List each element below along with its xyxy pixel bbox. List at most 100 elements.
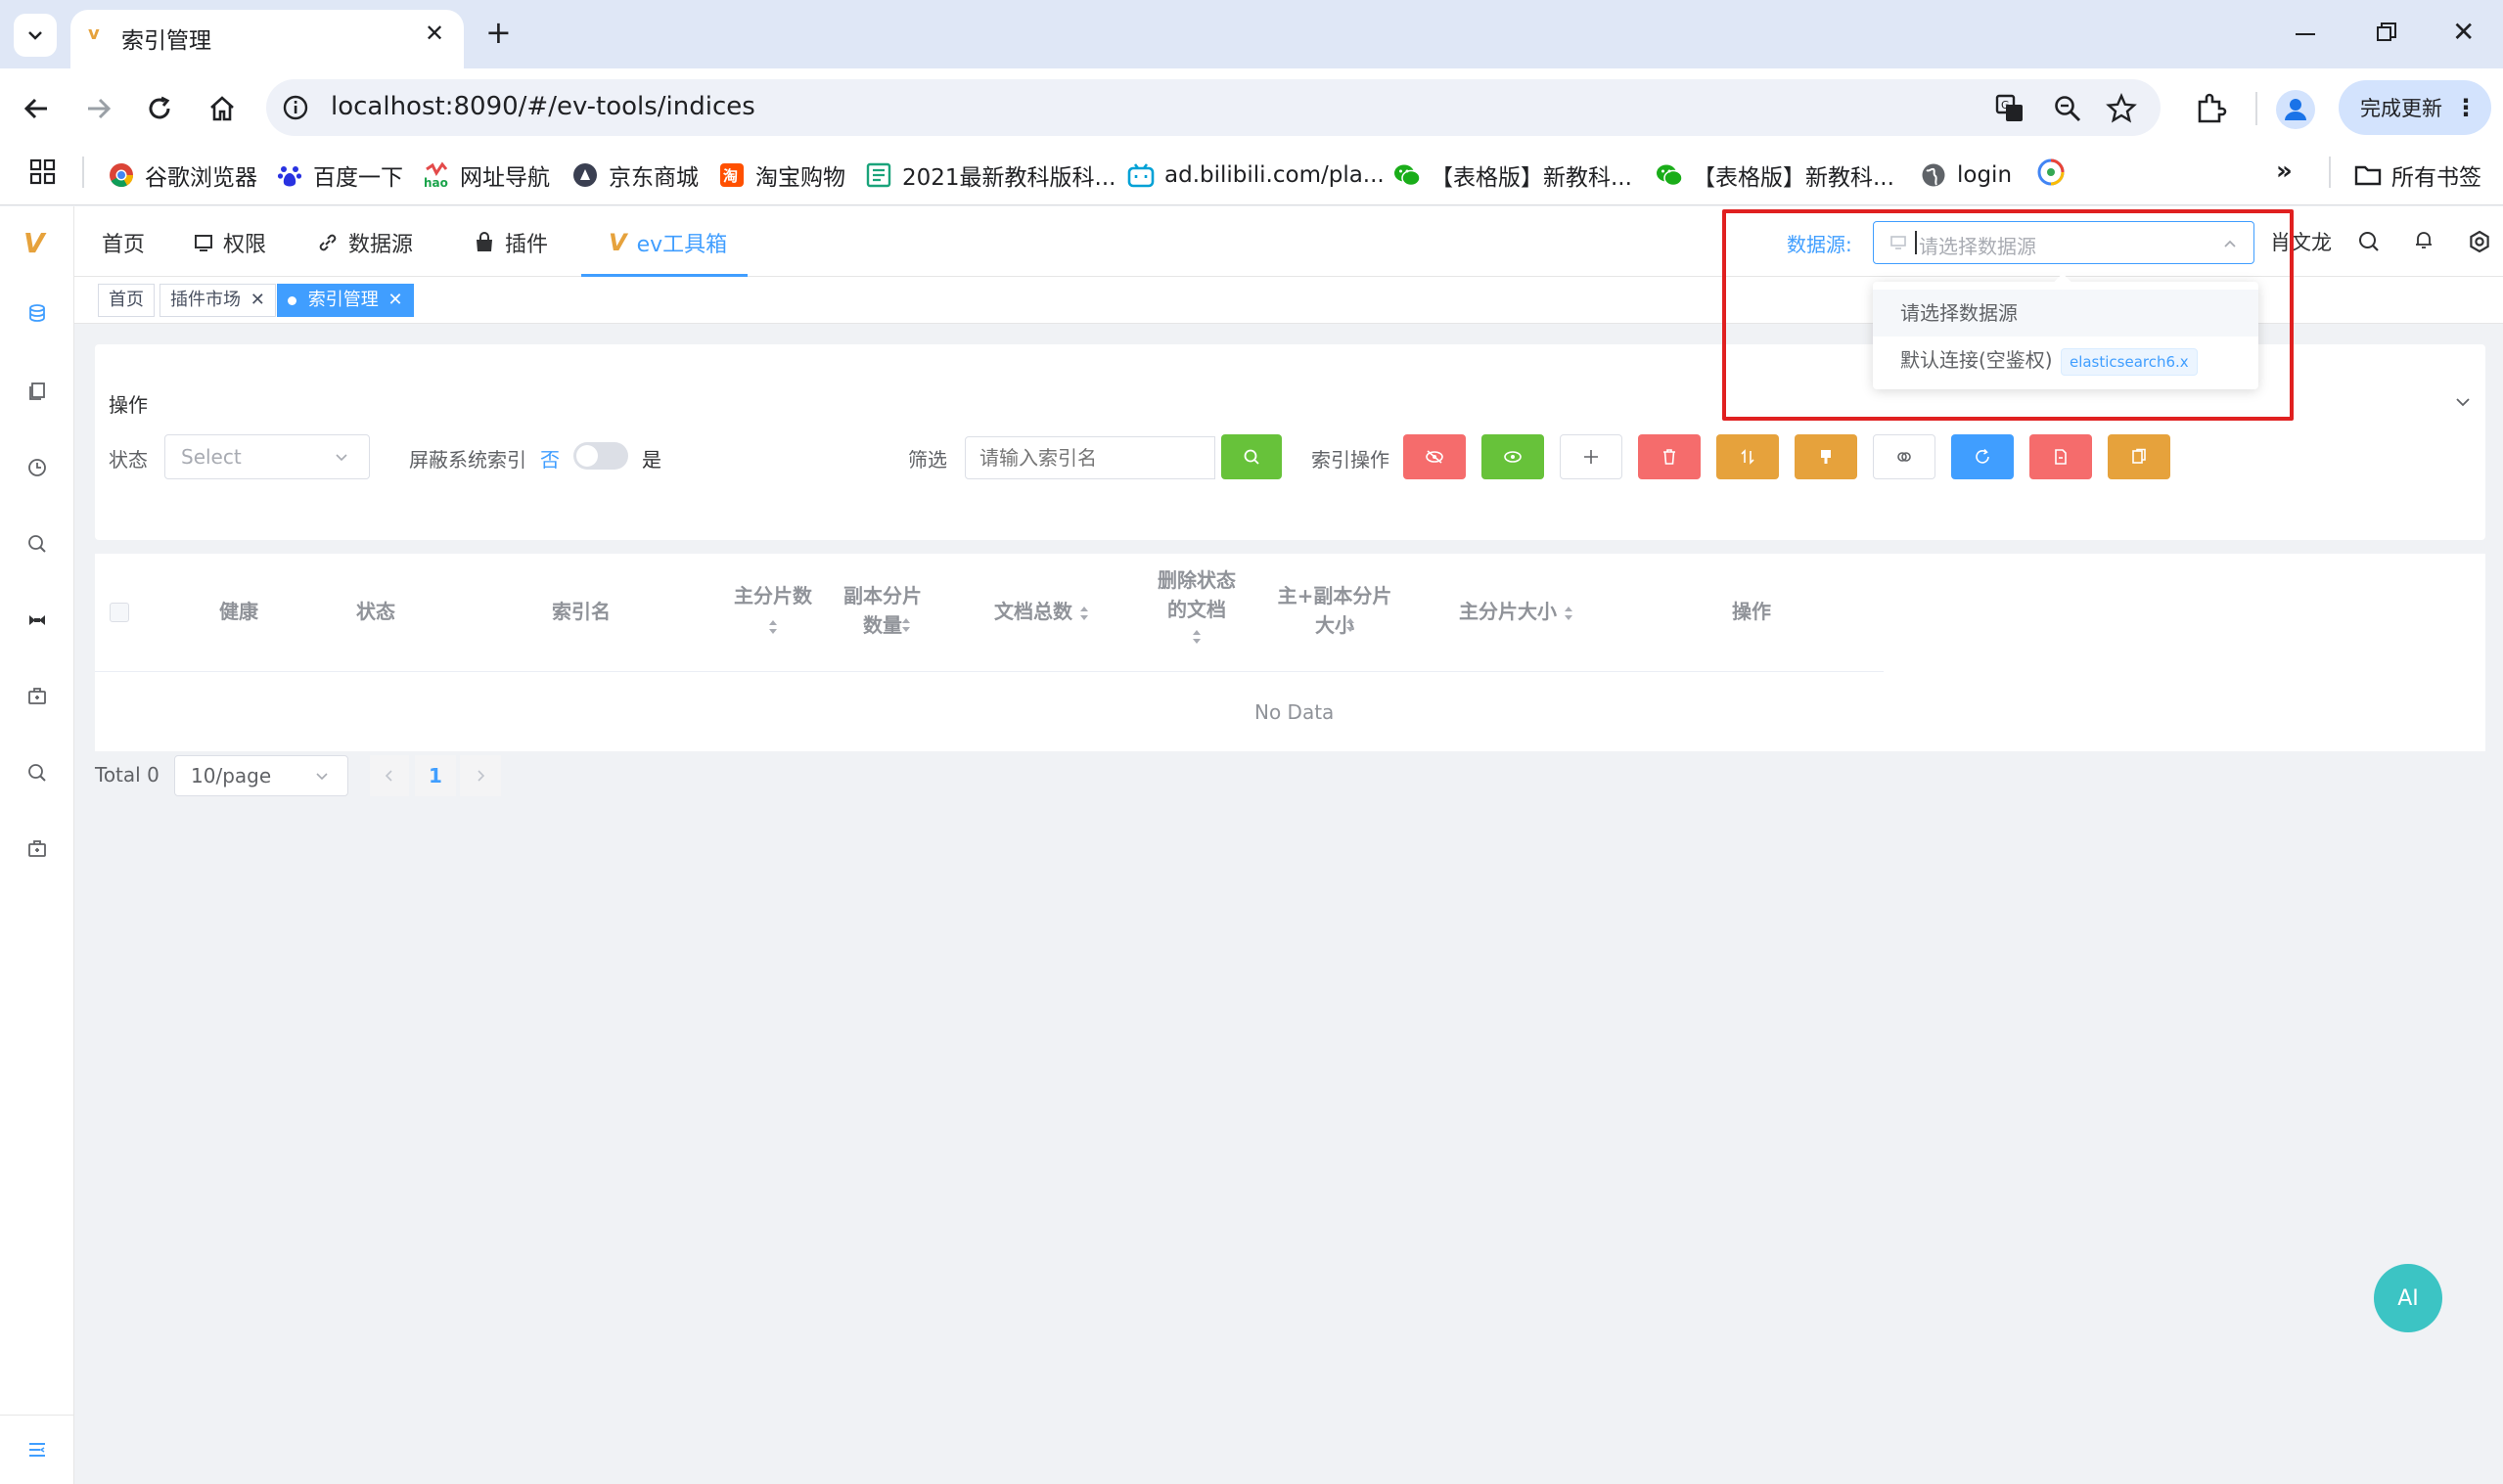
tab-search-button[interactable]	[14, 14, 57, 57]
column-header-total-size[interactable]: 主+副本分片大小	[1266, 581, 1403, 640]
back-icon[interactable]	[22, 94, 51, 123]
bookmark-star-icon[interactable]	[2106, 93, 2137, 124]
sort-icon[interactable]	[1344, 616, 1356, 634]
next-page-button[interactable]	[460, 755, 501, 796]
more-bookmarks-icon[interactable]: »	[2276, 157, 2293, 186]
column-header-primary-size[interactable]: 主分片大小	[1448, 597, 1585, 626]
close-window-button[interactable]: ✕	[2452, 16, 2475, 48]
documents-icon[interactable]	[27, 382, 47, 401]
search-icon[interactable]	[27, 763, 47, 783]
sort-icon[interactable]	[900, 616, 912, 634]
search-icon[interactable]	[27, 534, 47, 554]
chevron-right-icon	[478, 770, 485, 782]
search-button[interactable]	[1221, 434, 1282, 479]
plugin-box-icon[interactable]	[27, 839, 47, 859]
bookmark-item[interactable]: login	[1920, 157, 2012, 194]
bell-icon[interactable]	[2413, 229, 2435, 250]
page-size-select[interactable]: 10/page	[174, 755, 348, 796]
search-icon[interactable]	[2358, 231, 2380, 252]
nav-permissions[interactable]: 权限	[194, 225, 266, 260]
profile-avatar[interactable]	[2276, 90, 2315, 129]
select-all-checkbox[interactable]	[110, 603, 129, 622]
page-number-button[interactable]: 1	[415, 755, 456, 796]
alias-index-button[interactable]	[1873, 434, 1935, 479]
close-icon[interactable]: ✕	[387, 290, 402, 310]
export-index-button[interactable]	[2029, 434, 2092, 479]
refresh-index-button[interactable]	[1951, 434, 2014, 479]
bookmark-item[interactable]: 【表格版】新教科...	[1656, 157, 1894, 194]
column-header-primary-shards[interactable]: 主分片数	[724, 581, 822, 640]
index-name-input[interactable]	[965, 436, 1215, 479]
update-button[interactable]: 完成更新 ⋮	[2339, 80, 2491, 135]
zoom-icon[interactable]	[2053, 94, 2082, 123]
bilibili-icon	[1127, 161, 1155, 189]
eye-icon	[1504, 451, 1522, 463]
close-index-button[interactable]	[1403, 434, 1466, 479]
apps-grid-icon[interactable]	[29, 158, 57, 186]
site-info-icon[interactable]	[282, 94, 309, 121]
column-header-replica-shards[interactable]: 副本分片数量	[836, 581, 930, 640]
close-icon[interactable]: ✕	[250, 290, 265, 310]
column-header-deleted-docs[interactable]: 删除状态的文档	[1155, 565, 1239, 653]
bookmark-item[interactable]: 谷歌浏览器	[108, 157, 257, 194]
sort-icon[interactable]	[1563, 605, 1574, 622]
plugin-box-icon[interactable]	[27, 687, 47, 706]
nav-home[interactable]: 首页	[102, 225, 145, 260]
colorful-bookmark-icon[interactable]	[2037, 158, 2065, 186]
bookmark-item[interactable]: 百度一下	[276, 157, 403, 194]
app-logo[interactable]: V	[23, 227, 45, 259]
restore-button[interactable]	[2376, 22, 2397, 43]
clock-icon[interactable]	[27, 458, 47, 477]
sort-icon[interactable]	[1078, 605, 1090, 622]
nav-plugins[interactable]: 插件	[474, 225, 548, 260]
doc-icon	[865, 161, 892, 189]
delete-index-button[interactable]	[1638, 434, 1701, 479]
nav-ev-tools-label: ev工具箱	[636, 233, 728, 257]
minimize-button[interactable]	[2296, 33, 2315, 35]
translate-icon[interactable]: G	[1994, 93, 2025, 124]
sort-index-button[interactable]	[1716, 434, 1779, 479]
column-header-label: 主分片大小	[1459, 600, 1557, 623]
copy-index-button[interactable]	[2108, 434, 2170, 479]
status-select[interactable]: Select	[164, 434, 370, 479]
svg-text:G: G	[2001, 99, 2010, 112]
settings-gear-icon[interactable]	[2468, 230, 2491, 253]
bookmark-item[interactable]: ad.bilibili.com/pla...	[1127, 157, 1385, 194]
ai-assistant-button[interactable]: AI	[2374, 1264, 2442, 1332]
extensions-icon[interactable]	[2194, 92, 2227, 125]
nav-ev-tools[interactable]: V ev工具箱	[609, 225, 727, 260]
tools-icon[interactable]	[27, 610, 47, 630]
filter-label: 筛选	[908, 448, 947, 472]
bookmark-item[interactable]: 2021最新教科版科...	[865, 157, 1115, 194]
bookmark-item[interactable]: 京东商城	[571, 157, 699, 194]
tag-index-management[interactable]: 索引管理 ✕	[277, 284, 414, 317]
collapse-menu-icon[interactable]	[27, 1440, 47, 1460]
tab-close-icon[interactable]: ✕	[425, 20, 444, 47]
add-index-button[interactable]	[1560, 434, 1622, 479]
sort-icon[interactable]	[1191, 628, 1203, 646]
sort-icon[interactable]	[767, 618, 779, 636]
document-icon	[2055, 449, 2067, 465]
reload-icon[interactable]	[145, 94, 174, 123]
all-bookmarks-button[interactable]: 所有书签	[2354, 157, 2481, 194]
forward-icon[interactable]	[84, 94, 114, 123]
home-icon[interactable]	[207, 94, 237, 123]
nav-datasource[interactable]: 数据源	[317, 225, 413, 260]
tag-home[interactable]: 首页	[98, 284, 155, 317]
active-dot-icon	[288, 295, 296, 305]
flush-index-button[interactable]	[1795, 434, 1857, 479]
column-header-docs-count[interactable]: 文档总数	[978, 597, 1106, 626]
bookmark-item[interactable]: hao 网址导航	[423, 157, 550, 194]
tag-plugin-market[interactable]: 插件市场 ✕	[159, 284, 276, 317]
bookmark-item[interactable]: 【表格版】新教科...	[1393, 157, 1632, 194]
database-icon[interactable]	[27, 303, 47, 323]
url-text[interactable]: localhost:8090/#/ev-tools/indices	[331, 92, 755, 121]
new-tab-button[interactable]: +	[485, 14, 512, 51]
browser-tab[interactable]: v 索引管理 ✕	[70, 10, 464, 70]
chevron-down-icon[interactable]	[2454, 393, 2472, 411]
hide-system-label: 屏蔽系统索引	[409, 448, 526, 472]
prev-page-button[interactable]	[370, 755, 409, 796]
open-index-button[interactable]	[1481, 434, 1544, 479]
bookmark-item[interactable]: 淘 淘宝购物	[718, 157, 845, 194]
hide-system-switch[interactable]	[573, 442, 628, 470]
